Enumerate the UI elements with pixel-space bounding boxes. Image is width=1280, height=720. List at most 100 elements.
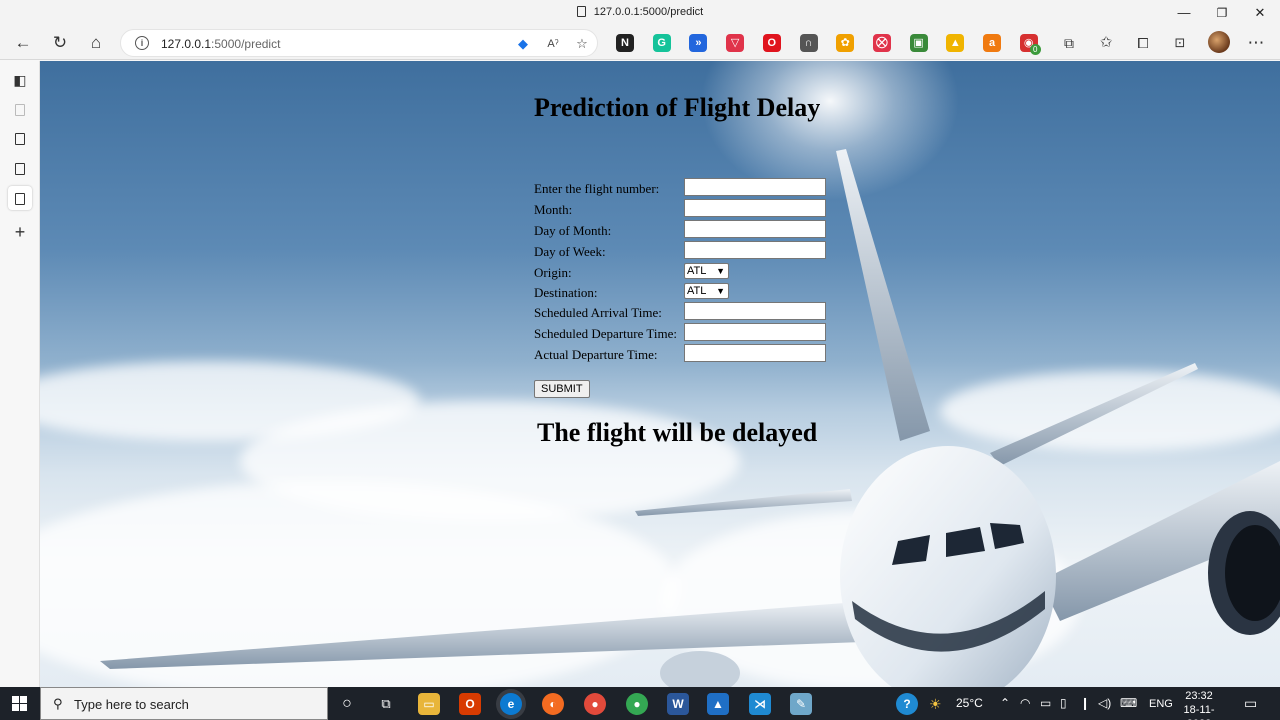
opera-extension-icon[interactable]: O bbox=[762, 34, 781, 52]
scheduled-arrival-input[interactable] bbox=[684, 302, 826, 320]
tail-fin bbox=[836, 149, 930, 441]
new-tab-plus-icon[interactable]: + bbox=[8, 220, 32, 244]
network-icon[interactable]: ◠ bbox=[1020, 696, 1030, 710]
task-view-icon[interactable]: ⧉ bbox=[375, 693, 397, 715]
prediction-result: The flight will be delayed bbox=[537, 418, 818, 447]
vertical-tabs-sidebar: ◧ + bbox=[0, 61, 40, 687]
tray-overflow-icon[interactable]: ⌃ bbox=[1000, 696, 1010, 710]
grammarly-extension-icon[interactable]: G bbox=[652, 34, 671, 52]
address-url[interactable]: 127.0.0.1:5000/predict bbox=[161, 37, 280, 51]
form-row-destination: Destination: ATL ▼ bbox=[534, 282, 834, 302]
left-engine bbox=[660, 651, 740, 687]
tab-page-icon[interactable] bbox=[8, 156, 32, 180]
firefox-icon[interactable]: ◐ bbox=[542, 693, 564, 715]
keyboard-icon[interactable]: ⌨ bbox=[1120, 696, 1137, 710]
tab-page-icon[interactable] bbox=[8, 97, 32, 121]
tab-page-icon[interactable] bbox=[8, 126, 32, 150]
arc-extension-icon[interactable]: ∩ bbox=[799, 34, 818, 52]
chevron-down-icon: ▼ bbox=[716, 286, 725, 296]
clock-date: 18-11-2022 bbox=[1183, 704, 1215, 720]
minimize-button[interactable]: — bbox=[1174, 4, 1194, 22]
month-input[interactable] bbox=[684, 199, 826, 217]
site-info-icon[interactable]: i bbox=[135, 36, 149, 50]
google-drive-extension-icon[interactable]: ▲ bbox=[946, 34, 965, 52]
read-aloud-icon[interactable]: Aˀ bbox=[544, 35, 562, 53]
scheduled-departure-input[interactable] bbox=[684, 323, 826, 341]
right-stabilizer bbox=[990, 363, 1198, 466]
chrome-profile-icon[interactable]: ● bbox=[626, 693, 648, 715]
web-capture-icon[interactable]: ⊡ bbox=[1167, 30, 1193, 56]
notepad-icon[interactable]: ✎ bbox=[790, 693, 812, 715]
home-icon[interactable]: ⌂ bbox=[83, 30, 109, 56]
destination-select[interactable]: ATL ▼ bbox=[684, 283, 729, 299]
device-icon[interactable]: ▯ bbox=[1060, 696, 1067, 710]
maximize-button[interactable]: ❐ bbox=[1212, 4, 1232, 22]
microphone-icon[interactable]: ❙ bbox=[1080, 696, 1090, 710]
form-row-origin: Origin: ATL ▼ bbox=[534, 262, 834, 282]
office-icon[interactable]: O bbox=[459, 693, 481, 715]
day-of-month-input[interactable] bbox=[684, 220, 826, 238]
cart-extension-icon[interactable]: ⛒ bbox=[872, 34, 891, 52]
extensions-puzzle-icon[interactable]: ⧉ bbox=[1056, 30, 1082, 56]
form-row-actual-departure: Actual Departure Time: bbox=[534, 344, 834, 365]
window-title: 127.0.0.1:5000/predict bbox=[0, 6, 1280, 18]
form-row-day-of-month: Day of Month: bbox=[534, 220, 834, 241]
destination-label: Destination: bbox=[534, 285, 598, 300]
power-automate-extension-icon[interactable]: » bbox=[689, 34, 708, 52]
close-button[interactable]: ✕ bbox=[1250, 4, 1270, 22]
colorful-extension-icon[interactable]: ✿ bbox=[836, 34, 855, 52]
tab-actions-icon[interactable]: ◧ bbox=[8, 68, 32, 92]
day-of-month-label: Day of Month: bbox=[534, 223, 612, 238]
battery-icon[interactable]: ▭ bbox=[1040, 696, 1051, 710]
pocket-extension-icon[interactable]: ▽ bbox=[726, 34, 745, 52]
actual-departure-input[interactable] bbox=[684, 344, 826, 362]
web-page: Prediction of Flight Delay Enter the fli… bbox=[40, 61, 1280, 687]
submit-button[interactable]: SUBMIT bbox=[534, 380, 590, 398]
avast-extension-icon[interactable]: a bbox=[983, 34, 1001, 52]
left-stabilizer bbox=[635, 489, 852, 516]
flight-number-input[interactable] bbox=[684, 178, 826, 196]
help-icon[interactable]: ? bbox=[896, 693, 918, 715]
form-row-month: Month: bbox=[534, 199, 834, 220]
active-tab-page-icon[interactable] bbox=[8, 186, 32, 210]
word-icon[interactable]: W bbox=[667, 693, 689, 715]
photos-icon[interactable]: ▲ bbox=[707, 693, 729, 715]
chrome-icon[interactable]: ● bbox=[584, 693, 606, 715]
shopping-tag-icon[interactable]: ◆ bbox=[514, 35, 532, 53]
notion-extension-icon[interactable]: N bbox=[616, 34, 634, 52]
origin-select[interactable]: ATL ▼ bbox=[684, 263, 729, 279]
edge-icon[interactable]: e bbox=[500, 693, 522, 715]
prediction-content: Prediction of Flight Delay Enter the fli… bbox=[534, 93, 834, 448]
scheduled-arrival-label: Scheduled Arrival Time: bbox=[534, 305, 662, 320]
language-indicator[interactable]: ENG bbox=[1149, 698, 1173, 710]
file-explorer-icon[interactable]: ▭ bbox=[418, 693, 440, 715]
form-row-flight-number: Enter the flight number: bbox=[534, 178, 834, 199]
favorites-icon[interactable]: ✩ bbox=[1093, 30, 1119, 56]
taskbar-clock[interactable]: 23:32 18-11-2022 bbox=[1176, 689, 1222, 720]
day-of-week-input[interactable] bbox=[684, 241, 826, 259]
collections-icon[interactable]: ⧠ bbox=[1130, 30, 1156, 56]
profile-avatar[interactable] bbox=[1208, 31, 1230, 53]
notifications-icon[interactable]: ▭ bbox=[1244, 695, 1257, 712]
scheduled-departure-label: Scheduled Departure Time: bbox=[534, 326, 677, 341]
folder-extension-icon[interactable]: ▣ bbox=[909, 34, 928, 52]
refresh-icon[interactable]: ↻ bbox=[47, 30, 73, 56]
destination-selected-value: ATL bbox=[687, 285, 707, 297]
form-row-day-of-week: Day of Week: bbox=[534, 241, 834, 262]
more-menu-icon[interactable]: ⋯ bbox=[1243, 30, 1269, 56]
extension-badge: 0 bbox=[1029, 44, 1041, 55]
back-icon[interactable]: ← bbox=[10, 30, 36, 56]
volume-icon[interactable]: ◁) bbox=[1098, 696, 1111, 710]
weather-icon[interactable]: ☀ bbox=[929, 696, 942, 713]
cortana-icon[interactable]: ○ bbox=[336, 693, 358, 715]
vscode-icon[interactable]: ⋊ bbox=[749, 693, 771, 715]
page-title: Prediction of Flight Delay bbox=[534, 93, 821, 122]
temperature-text[interactable]: 25°C bbox=[956, 696, 983, 710]
actual-departure-label: Actual Departure Time: bbox=[534, 347, 658, 362]
prediction-form: Enter the flight number: Month: Day of M… bbox=[534, 178, 834, 398]
left-wing bbox=[100, 601, 890, 669]
windows-start-icon[interactable] bbox=[12, 696, 27, 711]
add-favorite-icon[interactable]: ☆ bbox=[573, 35, 591, 53]
taskbar-search-box[interactable]: ⚲ Type here to search bbox=[40, 687, 328, 720]
address-bar[interactable]: i 127.0.0.1:5000/predict ◆ Aˀ ☆ bbox=[120, 29, 598, 57]
